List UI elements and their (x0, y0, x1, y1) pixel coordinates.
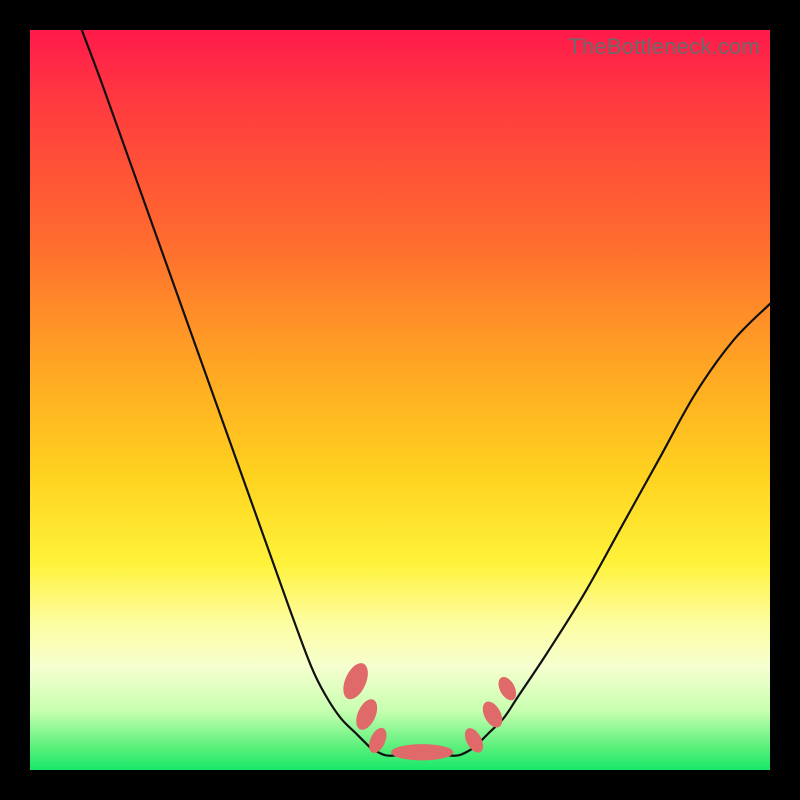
curve-marker (366, 725, 390, 755)
marker-group (338, 659, 519, 760)
curve-layer (30, 30, 770, 770)
curve-marker (338, 659, 373, 703)
plot-area: TheBottleneck.com (30, 30, 770, 770)
curve-left-arm (82, 30, 371, 748)
chart-frame: TheBottleneck.com (0, 0, 800, 800)
curve-marker (352, 696, 381, 733)
curve-marker (479, 698, 507, 730)
curve-marker (391, 744, 453, 760)
curve-right-arm (474, 304, 770, 748)
